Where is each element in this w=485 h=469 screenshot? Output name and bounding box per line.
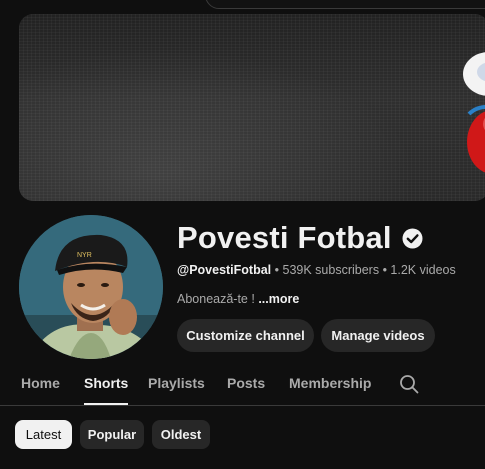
meta-separator: • [274, 263, 283, 277]
channel-description[interactable]: Abonează-te ! ...more [177, 292, 299, 306]
manage-videos-button[interactable]: Manage videos [321, 319, 435, 352]
filter-chip-popular[interactable]: Popular [80, 420, 144, 449]
avatar[interactable]: NYR [19, 215, 163, 359]
banner-artwork [463, 52, 485, 173]
avatar-portrait: NYR [19, 215, 163, 359]
more-link[interactable]: ...more [258, 292, 299, 306]
channel-title-row: Povesti Fotbal [177, 220, 423, 256]
tab-membership[interactable]: Membership [289, 374, 371, 404]
filter-chip-oldest[interactable]: Oldest [152, 420, 210, 449]
filter-chip-latest[interactable]: Latest [15, 420, 72, 449]
description-text: Abonează-te ! [177, 292, 259, 306]
verified-checkmark-icon [402, 228, 423, 249]
customize-channel-button[interactable]: Customize channel [177, 319, 314, 352]
svg-text:NYR: NYR [77, 252, 92, 259]
channel-handle: @PovestiFotbal [177, 263, 272, 277]
channel-banner [19, 14, 485, 201]
channel-name: Povesti Fotbal [177, 220, 392, 255]
tab-posts[interactable]: Posts [227, 374, 265, 404]
tab-home[interactable]: Home [21, 374, 60, 404]
search-bar-edge[interactable] [205, 0, 485, 9]
tab-shorts[interactable]: Shorts [84, 374, 129, 405]
video-count: 1.2K videos [390, 263, 456, 277]
tab-playlists[interactable]: Playlists [148, 374, 205, 404]
search-icon[interactable] [399, 374, 419, 394]
channel-meta: @PovestiFotbal • 539K subscribers • 1.2K… [177, 263, 456, 277]
subscriber-count: 539K subscribers [282, 263, 380, 277]
